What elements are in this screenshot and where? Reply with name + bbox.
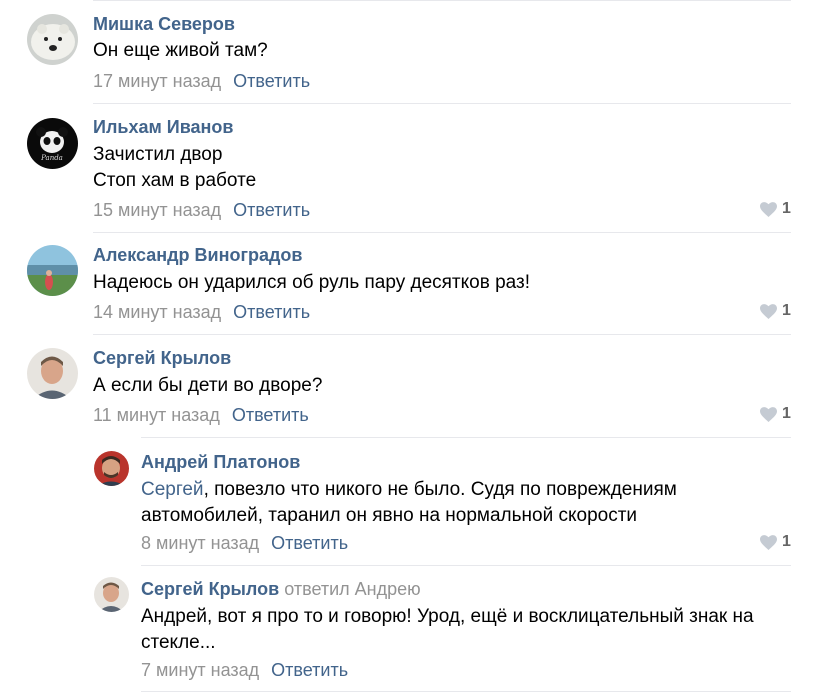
comment-line: автомобилей, таранил он явно на нормальн… — [141, 505, 638, 526]
comment-line: Он еще живой там? — [93, 40, 268, 61]
comment-meta: 17 минут назад Ответить — [93, 71, 310, 91]
divider — [93, 334, 791, 335]
man-avatar[interactable] — [27, 348, 78, 399]
divider — [93, 103, 791, 104]
comment-line-text: , повезло что никого не было. Судя по по… — [203, 479, 677, 500]
like-count: 1 — [782, 200, 791, 217]
comment-time[interactable]: 15 минут назад — [93, 200, 221, 220]
polar-bear-avatar[interactable] — [27, 14, 78, 65]
comment-text: Андрей, вот я про то и говорю! Урод, ещё… — [141, 604, 754, 656]
divider — [141, 437, 791, 438]
comment-author[interactable]: Мишка Северов — [93, 14, 235, 34]
comment-line: Стоп хам в работе — [93, 170, 257, 191]
comment-author[interactable]: Сергей Крылов ответил Андрею — [141, 579, 421, 599]
comment-time[interactable]: 8 минут назад — [141, 533, 259, 553]
heart-icon — [760, 304, 777, 319]
divider — [141, 691, 791, 692]
like-count: 1 — [782, 302, 791, 319]
reply-button[interactable]: Ответить — [233, 200, 310, 220]
comment-line: Сергей, повезло что никого не было. Судя… — [141, 477, 677, 503]
comment-text: Надеюсь он ударился об руль пару десятко… — [93, 270, 530, 296]
divider — [141, 565, 791, 566]
comment-line: Надеюсь он ударился об руль пару десятко… — [93, 272, 530, 293]
man-red-background-avatar[interactable] — [94, 451, 129, 486]
comment-time[interactable]: 14 минут назад — [93, 302, 221, 322]
reply-button[interactable]: Ответить — [233, 302, 310, 322]
heart-icon — [760, 535, 777, 550]
heart-icon — [760, 202, 777, 217]
man-avatar[interactable] — [94, 577, 129, 612]
replied-to-label[interactable]: ответил Андрею — [284, 579, 420, 599]
mention-link[interactable]: Сергей — [141, 479, 204, 500]
comment-meta: 14 минут назад Ответить — [93, 302, 310, 322]
like-button[interactable]: 1 — [760, 301, 794, 321]
like-button[interactable]: 1 — [760, 532, 794, 552]
comment-text: Сергей, повезло что никого не было. Судя… — [141, 477, 677, 529]
comment-line: Андрей, вот я про то и говорю! Урод, ещё… — [141, 606, 754, 627]
comment-meta: 7 минут назад Ответить — [141, 660, 348, 680]
comments-thread: Мишка Северов Он еще живой там? 17 минут… — [0, 0, 820, 693]
like-button[interactable]: 1 — [760, 199, 794, 219]
comment-meta: 11 минут назад Ответить — [93, 405, 309, 425]
comment-line: А если бы дети во дворе? — [93, 375, 323, 396]
comment-time[interactable]: 11 минут назад — [93, 405, 220, 425]
heart-icon — [760, 407, 777, 422]
comment-author[interactable]: Андрей Платонов — [141, 452, 300, 472]
panda-avatar[interactable]: Panda — [27, 118, 78, 169]
divider — [93, 0, 791, 1]
comment-meta: 8 минут назад Ответить — [141, 533, 348, 553]
divider — [93, 232, 791, 233]
comment-time[interactable]: 7 минут назад — [141, 660, 259, 680]
comment-author-name[interactable]: Сергей Крылов — [141, 579, 279, 599]
reply-button[interactable]: Ответить — [233, 71, 310, 91]
comment-line: стекле... — [141, 632, 216, 653]
comment-author[interactable]: Ильхам Иванов — [93, 117, 233, 137]
comment-line: Зачистил двор — [93, 144, 223, 165]
reply-button[interactable]: Ответить — [271, 660, 348, 680]
comment-text: А если бы дети во дворе? — [93, 373, 322, 399]
comment-author[interactable]: Сергей Крылов — [93, 348, 231, 368]
reply-button[interactable]: Ответить — [271, 533, 348, 553]
comment-text: Он еще живой там? — [93, 38, 268, 64]
svg-text:Panda: Panda — [40, 154, 63, 162]
landscape-avatar[interactable] — [27, 245, 78, 296]
comment-author[interactable]: Александр Виноградов — [93, 245, 302, 265]
like-count: 1 — [782, 405, 791, 422]
like-count: 1 — [782, 533, 791, 550]
reply-button[interactable]: Ответить — [232, 405, 309, 425]
comment-time[interactable]: 17 минут назад — [93, 71, 221, 91]
comment-meta: 15 минут назад Ответить — [93, 200, 310, 220]
comment-text: Зачистил двор Стоп хам в работе — [93, 142, 256, 194]
like-button[interactable]: 1 — [760, 404, 794, 424]
